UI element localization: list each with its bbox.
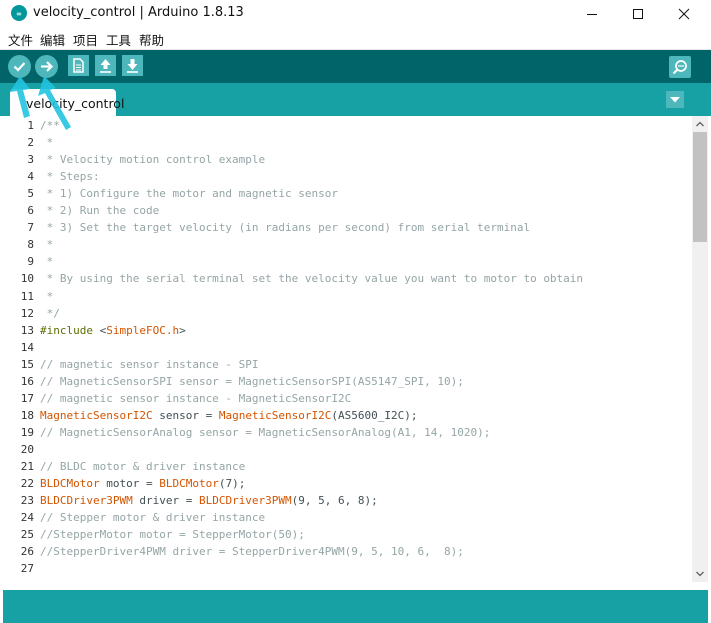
title-bar: ∞ velocity_control | Arduino 1.8.13 xyxy=(0,0,711,28)
code-line[interactable]: * Steps: xyxy=(40,170,100,183)
save-icon xyxy=(127,59,138,73)
line-number: 4 xyxy=(27,170,34,184)
window-title: velocity_control | Arduino 1.8.13 xyxy=(33,5,244,20)
code-line[interactable]: * xyxy=(40,290,54,303)
code-line[interactable]: // Stepper motor & driver instance xyxy=(40,511,265,524)
line-number: 12 xyxy=(20,306,34,320)
code-line[interactable]: * Velocity motion control example xyxy=(40,153,266,166)
code-line[interactable]: BLDCDriver3PWM driver = BLDCDriver3PWM(9… xyxy=(40,494,378,507)
svg-text:∞: ∞ xyxy=(16,10,22,18)
code-line[interactable]: //StepperDriver4PWM driver = StepperDriv… xyxy=(40,545,464,558)
code-line[interactable]: // magnetic sensor instance - SPI xyxy=(40,358,259,371)
code-line[interactable]: * xyxy=(40,238,54,251)
toolbar xyxy=(0,50,711,83)
new-sketch-button[interactable] xyxy=(68,55,89,76)
line-number: 21 xyxy=(20,460,34,473)
code-line[interactable]: * By using the serial terminal set the v… xyxy=(40,272,583,285)
line-number: 18 xyxy=(20,408,34,422)
code-line[interactable]: MagneticSensorI2C sensor = MagneticSenso… xyxy=(40,409,418,422)
menu-sketch[interactable]: 项目 xyxy=(73,30,98,49)
line-number: 5 xyxy=(27,187,34,201)
menu-help[interactable]: 帮助 xyxy=(139,30,164,49)
code-line[interactable]: // MagneticSensorAnalog sensor = Magneti… xyxy=(40,426,490,439)
line-number: 14 xyxy=(20,340,34,354)
open-sketch-button[interactable] xyxy=(95,55,116,76)
annotation-arrow-icon xyxy=(10,76,30,118)
status-bar xyxy=(3,582,708,590)
code-line[interactable]: // magnetic sensor instance - MagneticSe… xyxy=(40,392,351,405)
line-number: 2 xyxy=(27,136,34,150)
code-line[interactable]: * 3) Set the target velocity (in radians… xyxy=(40,221,530,234)
line-number: 8 xyxy=(27,238,34,252)
line-number: 22 xyxy=(20,477,34,491)
menu-bar: 文件 编辑 项目 工具 帮助 xyxy=(0,28,711,50)
line-number: 26 xyxy=(20,545,34,559)
line-number: 19 xyxy=(20,425,34,439)
close-icon xyxy=(678,8,690,20)
annotation-arrow-icon xyxy=(38,76,71,130)
line-number: 27 xyxy=(20,562,34,576)
code-line[interactable]: * xyxy=(40,136,54,149)
scroll-up-arrow-icon[interactable] xyxy=(692,116,708,132)
line-number: 25 xyxy=(20,528,34,542)
minimize-icon xyxy=(587,14,597,15)
code-line[interactable]: * 2) Run the code xyxy=(40,204,160,217)
serial-monitor-icon xyxy=(672,60,687,75)
code-line[interactable]: * 1) Configure the motor and magnetic se… xyxy=(40,187,338,200)
chevron-down-icon xyxy=(670,97,680,103)
code-line[interactable]: BLDCMotor motor = BLDCMotor(7); xyxy=(40,477,245,490)
code-line[interactable]: */ xyxy=(40,307,60,320)
line-number: 9 xyxy=(27,255,34,269)
tab-bar: velocity_control xyxy=(0,83,711,116)
menu-tools[interactable]: 工具 xyxy=(106,30,131,49)
arduino-logo-icon: ∞ xyxy=(11,5,27,21)
minimize-button[interactable] xyxy=(569,0,615,28)
line-number: 11 xyxy=(20,289,34,303)
vertical-scrollbar[interactable] xyxy=(692,116,708,582)
code-line[interactable]: // MagneticSensorSPI sensor = MagneticSe… xyxy=(40,375,464,388)
line-number: 6 xyxy=(27,204,34,218)
open-icon xyxy=(100,59,111,73)
tab-menu-button[interactable] xyxy=(666,91,684,108)
code-line[interactable]: #include <SimpleFOC.h> xyxy=(40,324,186,337)
line-number: 15 xyxy=(20,357,34,371)
line-number: 23 xyxy=(20,494,34,508)
scrollbar-thumb[interactable] xyxy=(693,132,707,242)
maximize-button[interactable] xyxy=(615,0,661,28)
line-number: 24 xyxy=(20,511,34,525)
code-line[interactable]: * xyxy=(40,255,54,268)
line-number: 16 xyxy=(20,374,34,388)
line-number: 17 xyxy=(20,391,34,405)
line-number: 20 xyxy=(20,442,34,456)
line-number: 7 xyxy=(27,221,34,235)
code-editor[interactable]: 1/** 2 * 3 * Velocity motion control examp… xyxy=(3,116,692,582)
close-button[interactable] xyxy=(661,0,707,28)
console-area xyxy=(3,590,708,623)
line-number: 3 xyxy=(27,153,34,167)
menu-file[interactable]: 文件 xyxy=(8,30,33,49)
menu-edit[interactable]: 编辑 xyxy=(40,30,65,49)
new-icon xyxy=(73,58,84,73)
scroll-down-arrow-icon[interactable] xyxy=(692,566,708,582)
line-number: 10 xyxy=(20,272,34,286)
maximize-icon xyxy=(633,9,643,19)
serial-monitor-button[interactable] xyxy=(669,56,691,78)
save-sketch-button[interactable] xyxy=(122,55,143,76)
line-number: 13 xyxy=(20,323,34,337)
code-line[interactable]: //StepperMotor motor = StepperMotor(50); xyxy=(40,528,305,541)
code-line[interactable]: // BLDC motor & driver instance xyxy=(40,460,245,473)
